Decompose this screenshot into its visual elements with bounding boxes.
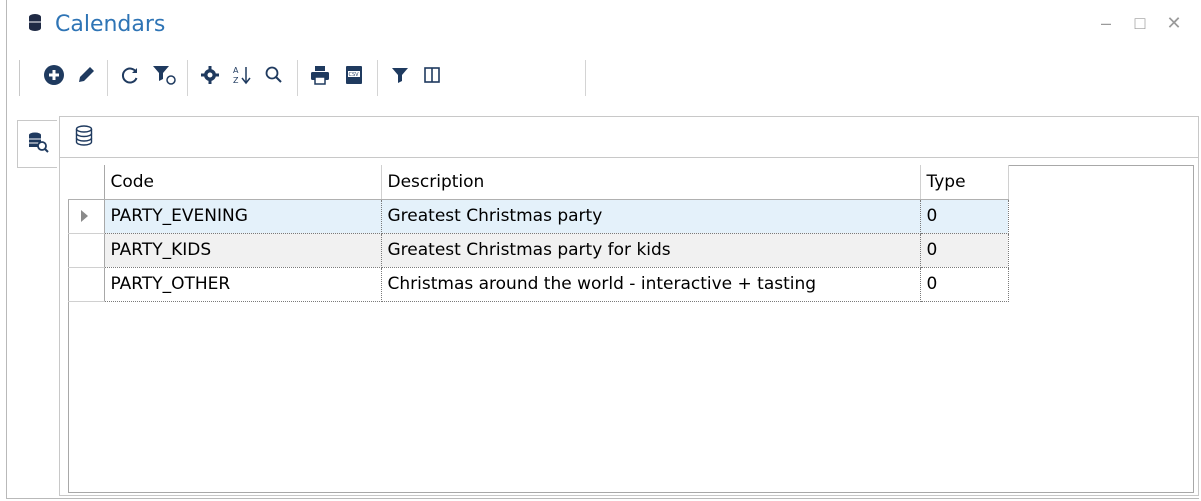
toolbar: AZ CSV — [19, 54, 589, 100]
cell-type[interactable]: 0 — [920, 198, 1009, 234]
row-indicator[interactable] — [68, 233, 105, 268]
column-header-type[interactable]: Type — [920, 165, 1009, 200]
export-csv-icon: CSV — [343, 64, 365, 91]
calendar-app-icon — [27, 13, 43, 31]
sort-az-icon: AZ — [231, 64, 253, 91]
cell-type[interactable]: 0 — [920, 267, 1009, 302]
header-row: Code Description Type — [68, 165, 1009, 200]
toolbar-grip[interactable] — [19, 60, 22, 96]
panel-header — [60, 117, 1198, 158]
clear-filter-icon — [151, 64, 177, 91]
add-circle-icon — [43, 64, 65, 91]
minimize-button[interactable]: – — [1093, 10, 1119, 36]
table-row[interactable]: PARTY_OTHER Christmas around the world -… — [68, 267, 1009, 302]
add-button[interactable] — [39, 60, 69, 94]
columns-button[interactable] — [417, 60, 447, 94]
grid-panel: Code Description Type PARTY_EVENING Grea… — [59, 116, 1199, 496]
column-header-description[interactable]: Description — [381, 165, 921, 200]
database-icon — [74, 125, 94, 152]
maximize-button[interactable]: □ — [1127, 10, 1153, 36]
search-button[interactable] — [259, 60, 289, 94]
query-side-tab[interactable] — [17, 120, 57, 168]
print-button[interactable] — [305, 60, 335, 94]
table-row[interactable]: PARTY_KIDS Greatest Christmas party for … — [68, 233, 1009, 268]
search-icon — [264, 65, 284, 90]
toolbar-separator — [187, 60, 188, 96]
cell-code[interactable]: PARTY_EVENING — [104, 198, 382, 234]
filter-button[interactable] — [385, 60, 415, 94]
row-indicator[interactable] — [68, 267, 105, 302]
columns-icon — [422, 65, 442, 90]
row-indicator[interactable] — [68, 199, 105, 234]
svg-text:A: A — [233, 66, 239, 75]
cell-type[interactable]: 0 — [920, 233, 1009, 268]
print-icon — [309, 64, 331, 91]
calendars-window: Calendars – □ ✕ A Z CSV Code Description… — [6, 0, 1199, 499]
toolbar-separator — [107, 60, 108, 96]
row-indicator-header — [68, 165, 105, 200]
svg-text:CSV: CSV — [349, 72, 360, 78]
cell-code[interactable]: PARTY_OTHER — [104, 267, 382, 302]
settings-button[interactable] — [195, 60, 225, 94]
toolbar-separator — [297, 60, 298, 96]
window-title: Calendars — [55, 12, 166, 37]
toolbar-end — [585, 60, 586, 96]
toolbar-separator — [377, 60, 378, 96]
refresh-icon — [120, 65, 140, 90]
sort-button[interactable]: AZ — [227, 60, 257, 94]
export-csv-button[interactable]: CSV — [339, 60, 369, 94]
database-search-icon — [27, 131, 49, 158]
current-row-arrow-icon — [81, 210, 88, 222]
refresh-button[interactable] — [115, 60, 145, 94]
cell-description[interactable]: Greatest Christmas party — [381, 198, 921, 234]
pencil-icon — [76, 65, 96, 90]
filter-icon — [390, 65, 410, 90]
close-button[interactable]: ✕ — [1161, 10, 1187, 36]
data-grid: Code Description Type PARTY_EVENING Grea… — [68, 165, 1194, 493]
svg-text:Z: Z — [233, 76, 239, 85]
calendars-table: Code Description Type PARTY_EVENING Grea… — [68, 165, 1009, 302]
cell-code[interactable]: PARTY_KIDS — [104, 233, 382, 268]
cell-description[interactable]: Greatest Christmas party for kids — [381, 233, 921, 268]
table-row[interactable]: PARTY_EVENING Greatest Christmas party 0 — [68, 198, 1009, 234]
column-header-code[interactable]: Code — [104, 165, 382, 200]
cell-description[interactable]: Christmas around the world - interactive… — [381, 267, 921, 302]
edit-button[interactable] — [71, 60, 101, 94]
clear-filter-button[interactable] — [149, 60, 179, 94]
gear-icon — [200, 65, 220, 90]
title-bar: Calendars – □ ✕ — [7, 0, 1199, 50]
